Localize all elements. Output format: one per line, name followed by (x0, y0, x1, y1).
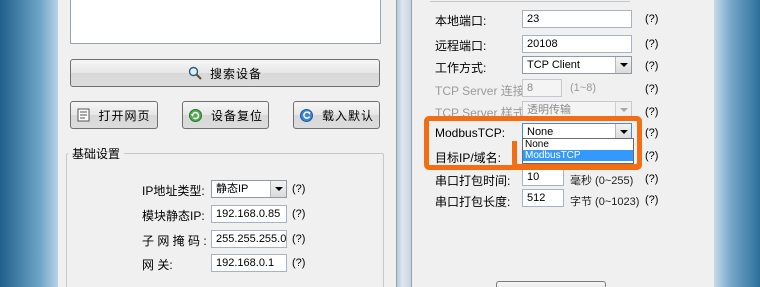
open-web-button[interactable]: 打开网页 (70, 101, 158, 129)
pack-length-label: 串口打包长度: (435, 195, 511, 209)
ip-type-select[interactable]: 静态IP (211, 180, 287, 198)
help-ip-type[interactable]: (?) (292, 183, 305, 195)
search-device-button[interactable]: 搜索设备 (70, 59, 380, 87)
bottom-button-partial[interactable] (496, 281, 606, 287)
help-static-ip[interactable]: (?) (292, 208, 305, 220)
pack-length-hint: 字节 (0~1023) (570, 196, 640, 208)
pack-time-field[interactable]: 10 (522, 168, 564, 186)
pack-length-field[interactable]: 512 (522, 189, 564, 207)
search-icon (188, 66, 202, 80)
help-remote-port[interactable]: (?) (645, 38, 658, 50)
pack-time-label: 串口打包时间: (435, 174, 511, 188)
help-gateway[interactable]: (?) (292, 257, 305, 269)
gateway-label: 网 关: (142, 258, 173, 272)
load-default-label: 载入默认 (321, 108, 374, 123)
ip-type-label: IP地址类型: (142, 184, 205, 198)
search-device-label: 搜索设备 (209, 66, 262, 81)
help-server-style[interactable]: (?) (645, 106, 658, 118)
help-work-mode[interactable]: (?) (645, 60, 658, 72)
help-local-port[interactable]: (?) (645, 13, 658, 25)
server-style-value: 透明传输 (527, 104, 571, 116)
panel-divider (396, 0, 412, 287)
open-web-label: 打开网页 (98, 108, 151, 123)
window-frame-left (0, 0, 58, 287)
conn-count-hint: (1~8) (570, 82, 596, 94)
remote-port-label: 远程端口: (435, 39, 487, 53)
subnet-mask-field[interactable]: 255.255.255.0 (211, 230, 287, 248)
dropdown-arrow-icon[interactable] (270, 181, 286, 197)
help-modbus[interactable]: (?) (645, 127, 658, 139)
modbus-highlight-extension (512, 141, 642, 169)
help-conn-count[interactable]: (?) (645, 83, 658, 95)
device-reset-label: 设备复位 (210, 108, 263, 123)
ip-type-value: 静态IP (216, 183, 249, 195)
help-subnet-mask[interactable]: (?) (292, 233, 305, 245)
gateway-field[interactable]: 192.168.0.1 (211, 254, 287, 272)
device-list[interactable] (70, 0, 381, 44)
static-ip-label: 模块静态IP: (142, 209, 205, 223)
dropdown-arrow-icon[interactable] (615, 57, 631, 73)
load-default-icon (299, 108, 314, 123)
pack-time-hint: 毫秒 (0~255) (570, 175, 634, 187)
help-pack-time[interactable]: (?) (645, 173, 658, 185)
work-mode-value: TCP Client (527, 59, 580, 71)
remote-port-field[interactable]: 20108 (522, 35, 632, 53)
basic-settings-title: 基础设置 (68, 145, 125, 162)
local-port-label: 本地端口: (435, 14, 487, 28)
window-frame-right (714, 0, 760, 287)
local-port-field[interactable]: 23 (522, 10, 632, 28)
help-pack-length[interactable]: (?) (645, 194, 658, 206)
reset-icon (188, 108, 203, 123)
work-mode-select[interactable]: TCP Client (522, 56, 632, 74)
right-group-border (430, 0, 630, 2)
device-reset-button[interactable]: 设备复位 (182, 101, 269, 129)
subnet-mask-label: 子 网 掩 码 : (142, 234, 207, 248)
load-default-button[interactable]: 载入默认 (293, 101, 380, 129)
work-mode-label: 工作方式: (435, 61, 487, 75)
static-ip-field[interactable]: 192.168.0.85 (211, 205, 287, 223)
open-web-icon (77, 108, 90, 122)
help-target-host[interactable]: (?) (645, 150, 658, 162)
conn-count-field[interactable]: 8 (522, 79, 562, 97)
